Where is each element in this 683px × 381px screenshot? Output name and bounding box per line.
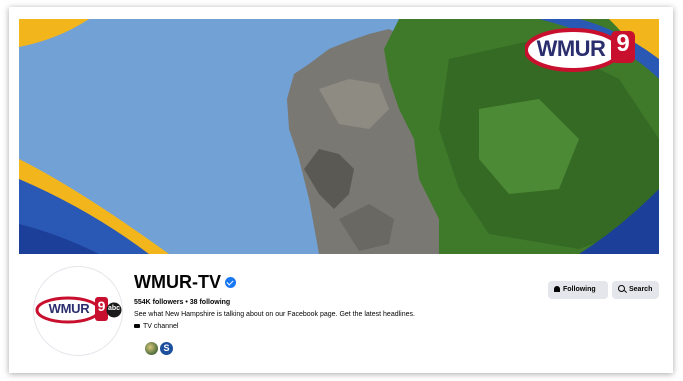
search-label: Search [629,286,653,293]
cover-photo[interactable]: WMUR 9 [19,19,659,254]
category-label: TV channel [143,323,179,330]
cover-logo-number: 9 [616,30,630,57]
follower-stats[interactable]: 554K followers • 38 following [134,299,230,306]
avatar-logo-number: 9 [97,298,106,314]
avatar-network-label: abc [107,305,121,312]
page-description: See what New Hampshire is talking about … [134,311,415,318]
following-button[interactable]: Following [548,281,608,299]
cover-logo-text: WMUR [536,36,606,61]
s-logo-avatar-icon[interactable]: S [159,341,174,356]
page-title: WMUR-TV [134,272,221,292]
following-label: Following [563,286,596,293]
search-button[interactable]: Search [612,281,659,299]
search-icon [618,285,625,292]
verified-badge-icon [225,277,236,288]
bell-icon [554,286,560,292]
avatar-logo-text: WMUR [48,301,90,316]
profile-avatar[interactable]: WMUR 9 abc [34,267,122,355]
page-category: TV channel [134,323,178,330]
briefcase-icon [134,324,140,329]
landscape-avatar-icon[interactable] [144,341,159,356]
